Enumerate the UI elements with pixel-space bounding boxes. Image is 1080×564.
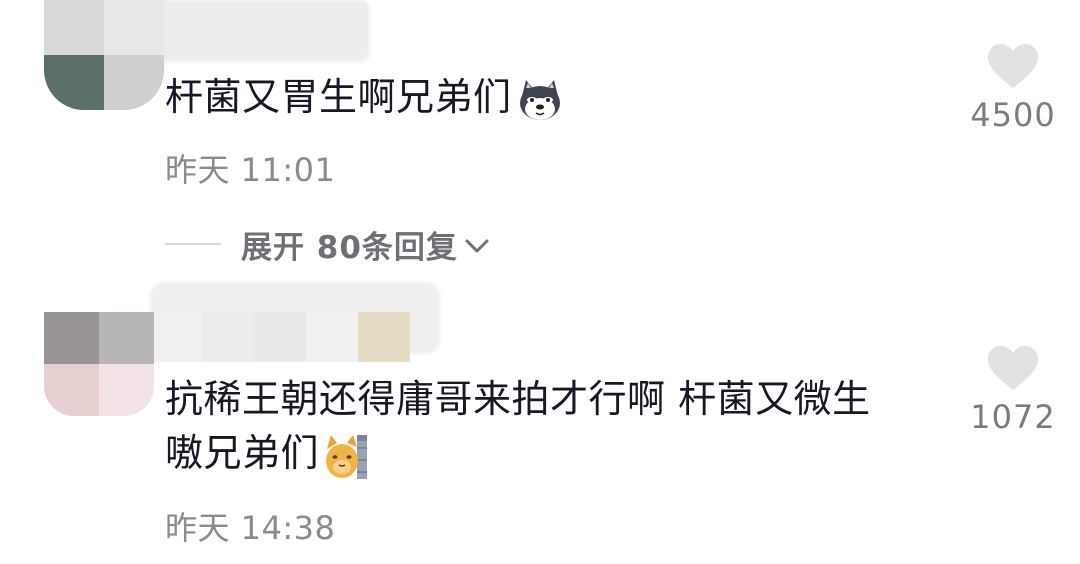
avatar[interactable]: [44, 312, 154, 416]
blurred-username: [150, 0, 370, 62]
username-mosaic: [150, 312, 410, 362]
comment-timestamp: 昨天 11:01: [165, 151, 336, 189]
heart-icon: [988, 346, 1038, 390]
chevron-down-icon: [465, 239, 489, 253]
cat-peeking-emoji: [326, 434, 368, 479]
divider-line: [165, 243, 221, 245]
expand-replies-button[interactable]: 展开 80条回复: [165, 222, 492, 266]
comment-text: 杆菌又胃生啊兄弟们: [165, 70, 564, 124]
husky-dog-emoji: [519, 79, 560, 120]
comment-timestamp: 昨天 14:38: [165, 509, 336, 547]
comment-text-line: 抗稀王朝还得庸哥来拍才行啊 杆菌又微生: [165, 377, 871, 421]
avatar[interactable]: [44, 0, 164, 110]
comment-text: 抗稀王朝还得庸哥来拍才行啊 杆菌又微生 嗷兄弟们: [165, 372, 945, 481]
heart-icon: [988, 44, 1038, 88]
like-count: 4500: [970, 96, 1056, 134]
like-count: 1072: [970, 398, 1056, 436]
comment-text-line: 嗷兄弟们: [165, 426, 945, 481]
like-button[interactable]: 4500: [958, 42, 1068, 134]
expand-replies-label: 展开 80条回复: [241, 229, 458, 266]
like-button[interactable]: 1072: [958, 344, 1068, 436]
